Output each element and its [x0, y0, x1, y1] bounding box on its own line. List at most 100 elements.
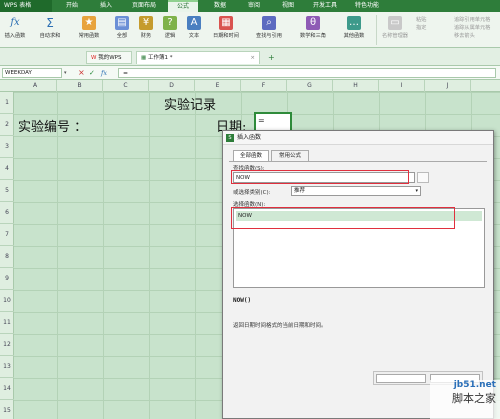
insert-function-fx-button[interactable]: fx [101, 68, 115, 78]
menu-tab-insert[interactable]: 插入 [94, 0, 118, 12]
column-header[interactable]: J [425, 80, 471, 92]
column-header[interactable]: C [103, 80, 149, 92]
row-header[interactable]: 15 [0, 400, 14, 419]
trace-dependents-button[interactable]: 追踪从属单元格 [454, 24, 500, 32]
remove-arrows-button[interactable]: 移去箭头 [454, 32, 500, 40]
text-button[interactable]: A 文本 [184, 14, 204, 46]
math-trig-label: 数学和三角 [300, 33, 326, 39]
column-header[interactable]: B [57, 80, 103, 92]
row-header[interactable]: 8 [0, 246, 14, 268]
column-header[interactable]: A [14, 80, 57, 92]
formula-bar: WEEKDAY ▾ × ✓ fx = [0, 66, 500, 80]
all-functions-label: 全部 [116, 33, 128, 39]
name-box-dropdown-icon[interactable]: ▾ [64, 68, 72, 78]
book-icon: ▤ [115, 16, 129, 30]
category-select[interactable]: 推荐 ▾ [291, 186, 421, 196]
lookup-button[interactable]: ⌕ 查找与引用 [250, 14, 288, 46]
row-header[interactable]: 9 [0, 268, 14, 290]
logical-button[interactable]: ? 逻辑 [160, 14, 180, 46]
document-tab-bar: W 我的WPS ▦ 工作簿1 * × + [0, 48, 500, 66]
column-header[interactable]: E [195, 80, 241, 92]
close-tab-icon[interactable]: × [250, 52, 255, 65]
insert-function-dialog: S 插入函数 全部函数 常用公式 查找函数(S): NOW 或选择类别(C): … [222, 130, 494, 419]
sigma-icon: Σ [46, 16, 54, 30]
row-header[interactable]: 13 [0, 356, 14, 378]
financial-button[interactable]: ¥ 财务 [136, 14, 156, 46]
wps-sheet-icon: S [226, 134, 234, 142]
name-manager-button[interactable]: ▭ 名称管理器 [380, 14, 410, 46]
menu-tab-home[interactable]: 开始 [60, 0, 84, 12]
star-icon: ★ [82, 16, 96, 30]
column-header[interactable]: I [379, 80, 425, 92]
math-trig-button[interactable]: θ 数学和三角 [294, 14, 332, 46]
tab-workbook1[interactable]: ▦ 工作簿1 * × [136, 51, 260, 64]
menu-tab-special[interactable]: 特色功能 [350, 0, 384, 12]
logical-label: 逻辑 [164, 33, 176, 39]
tab-common-formulas[interactable]: 常用公式 [271, 150, 309, 161]
tab-all-functions[interactable]: 全部函数 [233, 150, 269, 161]
paste-name-button[interactable]: 粘贴 [416, 16, 452, 24]
column-header[interactable]: D [149, 80, 195, 92]
name-box[interactable]: WEEKDAY [2, 68, 62, 78]
ok-button[interactable] [376, 374, 426, 383]
trace-precedents-button[interactable]: 追踪引用单元格 [454, 16, 500, 24]
ribbon-small-group-2: 追踪引用单元格 追踪从属单元格 移去箭头 [454, 16, 500, 40]
autosum-button[interactable]: Σ 自动求和 [36, 14, 64, 46]
menu-tab-view[interactable]: 视图 [276, 0, 300, 12]
function-description: 返回日期时间格式的当前日期和时间。 [233, 323, 327, 329]
watermark-name: 脚本之家 [452, 392, 496, 405]
insert-function-button[interactable]: fx 插入函数 [2, 14, 28, 46]
function-signature: NOW() [233, 297, 252, 304]
row-header[interactable]: 12 [0, 334, 14, 356]
new-tab-button[interactable]: + [264, 51, 276, 64]
experiment-number-cell[interactable]: 实验编号 ： [18, 116, 87, 135]
category-select-value: 推荐 [294, 188, 306, 194]
menu-tab-page-layout[interactable]: 页面布局 [128, 0, 160, 12]
menu-tab-review[interactable]: 审阅 [242, 0, 266, 12]
name-manager-label: 名称管理器 [382, 33, 408, 39]
column-header[interactable]: F [241, 80, 287, 92]
date-time-button[interactable]: ▦ 日期和时间 [208, 14, 244, 46]
text-icon: A [187, 16, 201, 30]
column-header[interactable]: H [333, 80, 379, 92]
search-button[interactable] [417, 172, 429, 183]
menu-tab-developer[interactable]: 开发工具 [308, 0, 342, 12]
tab-my-wps[interactable]: W 我的WPS [86, 51, 132, 64]
menu-tab-formula[interactable]: 公式 [168, 0, 198, 12]
column-header[interactable]: G [287, 80, 333, 92]
other-functions-button[interactable]: … 其他函数 [338, 14, 370, 46]
row-header[interactable]: 11 [0, 312, 14, 334]
row-header-column: 1 2 3 4 5 6 7 8 9 10 11 12 13 14 15 [0, 92, 14, 419]
confirm-icon[interactable]: ✓ [89, 68, 99, 78]
menu-tab-data[interactable]: 数据 [208, 0, 232, 12]
row-header[interactable]: 6 [0, 202, 14, 224]
row-header[interactable]: 2 [0, 114, 14, 136]
row-header[interactable]: 3 [0, 136, 14, 158]
row-header[interactable]: 7 [0, 224, 14, 246]
tab-divider [229, 161, 487, 162]
date-time-label: 日期和时间 [213, 33, 239, 39]
ribbon: fx 插入函数 Σ 自动求和 ★ 常用函数 ▤ 全部 ¥ 财务 ? 逻辑 A 文… [0, 12, 500, 48]
chevron-down-icon: ▾ [415, 188, 418, 194]
more-icon: … [347, 16, 361, 30]
row-header[interactable]: 10 [0, 290, 14, 312]
row-header[interactable]: 1 [0, 92, 14, 114]
tab-my-wps-label: 我的WPS [98, 55, 122, 61]
row-header[interactable]: 4 [0, 158, 14, 180]
row-header[interactable]: 14 [0, 378, 14, 400]
column-header-row: A B C D E F G H I J [0, 80, 500, 92]
formula-input[interactable]: = [118, 68, 496, 78]
cancel-icon[interactable]: × [78, 68, 88, 78]
lookup-label: 查找与引用 [256, 33, 282, 39]
all-functions-button[interactable]: ▤ 全部 [112, 14, 132, 46]
sheet-file-icon: ▦ [141, 55, 147, 61]
search-highlight-box [231, 170, 409, 184]
specify-button[interactable]: 指定 [416, 24, 452, 32]
autosum-label: 自动求和 [39, 33, 61, 39]
row-header[interactable]: 5 [0, 180, 14, 202]
dialog-title-text: 插入函数 [237, 134, 262, 141]
title-cell[interactable]: 实验记录 [164, 94, 216, 113]
app-title[interactable]: WPS 表格 [0, 0, 52, 12]
ribbon-divider [376, 15, 377, 45]
common-functions-button[interactable]: ★ 常用函数 [72, 14, 106, 46]
